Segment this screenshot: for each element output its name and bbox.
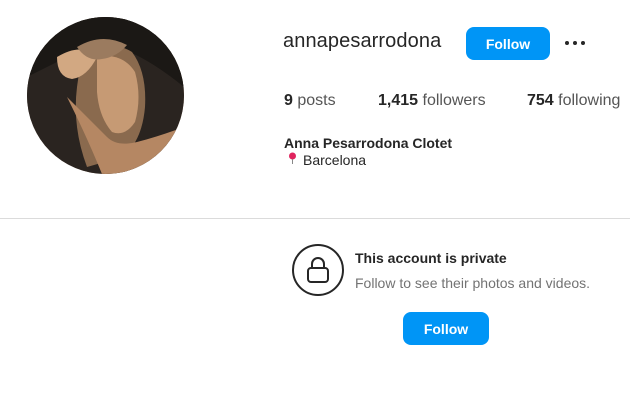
followers-label: followers (422, 92, 486, 109)
lock-icon-container (292, 244, 344, 296)
followers-count: 1,415 (378, 92, 419, 109)
more-horizontal-icon (565, 41, 569, 45)
pin-icon (289, 152, 296, 164)
profile-username: annapesarrodona (283, 30, 442, 52)
more-horizontal-icon (573, 41, 577, 45)
section-divider (0, 218, 630, 219)
stat-posts: 9 posts (284, 92, 336, 110)
posts-label: posts (297, 92, 336, 109)
profile-avatar[interactable] (27, 17, 184, 174)
follow-button-private[interactable]: Follow (403, 312, 489, 345)
stat-following[interactable]: 754 following (527, 92, 620, 110)
more-horizontal-icon (581, 41, 585, 45)
following-count: 754 (527, 92, 554, 109)
profile-full-name: Anna Pesarrodona Clotet (284, 135, 453, 151)
posts-count: 9 (284, 92, 293, 109)
private-account-title: This account is private (355, 250, 507, 266)
private-account-subtitle: Follow to see their photos and videos. (355, 275, 591, 291)
profile-photo (27, 17, 184, 174)
follow-button[interactable]: Follow (466, 27, 550, 60)
profile-location: Barcelona (288, 152, 366, 168)
location-text: Barcelona (303, 152, 367, 168)
lock-icon (307, 257, 329, 283)
more-options-button[interactable] (562, 33, 588, 53)
stat-followers[interactable]: 1,415 followers (378, 92, 486, 110)
following-label: following (558, 92, 621, 109)
